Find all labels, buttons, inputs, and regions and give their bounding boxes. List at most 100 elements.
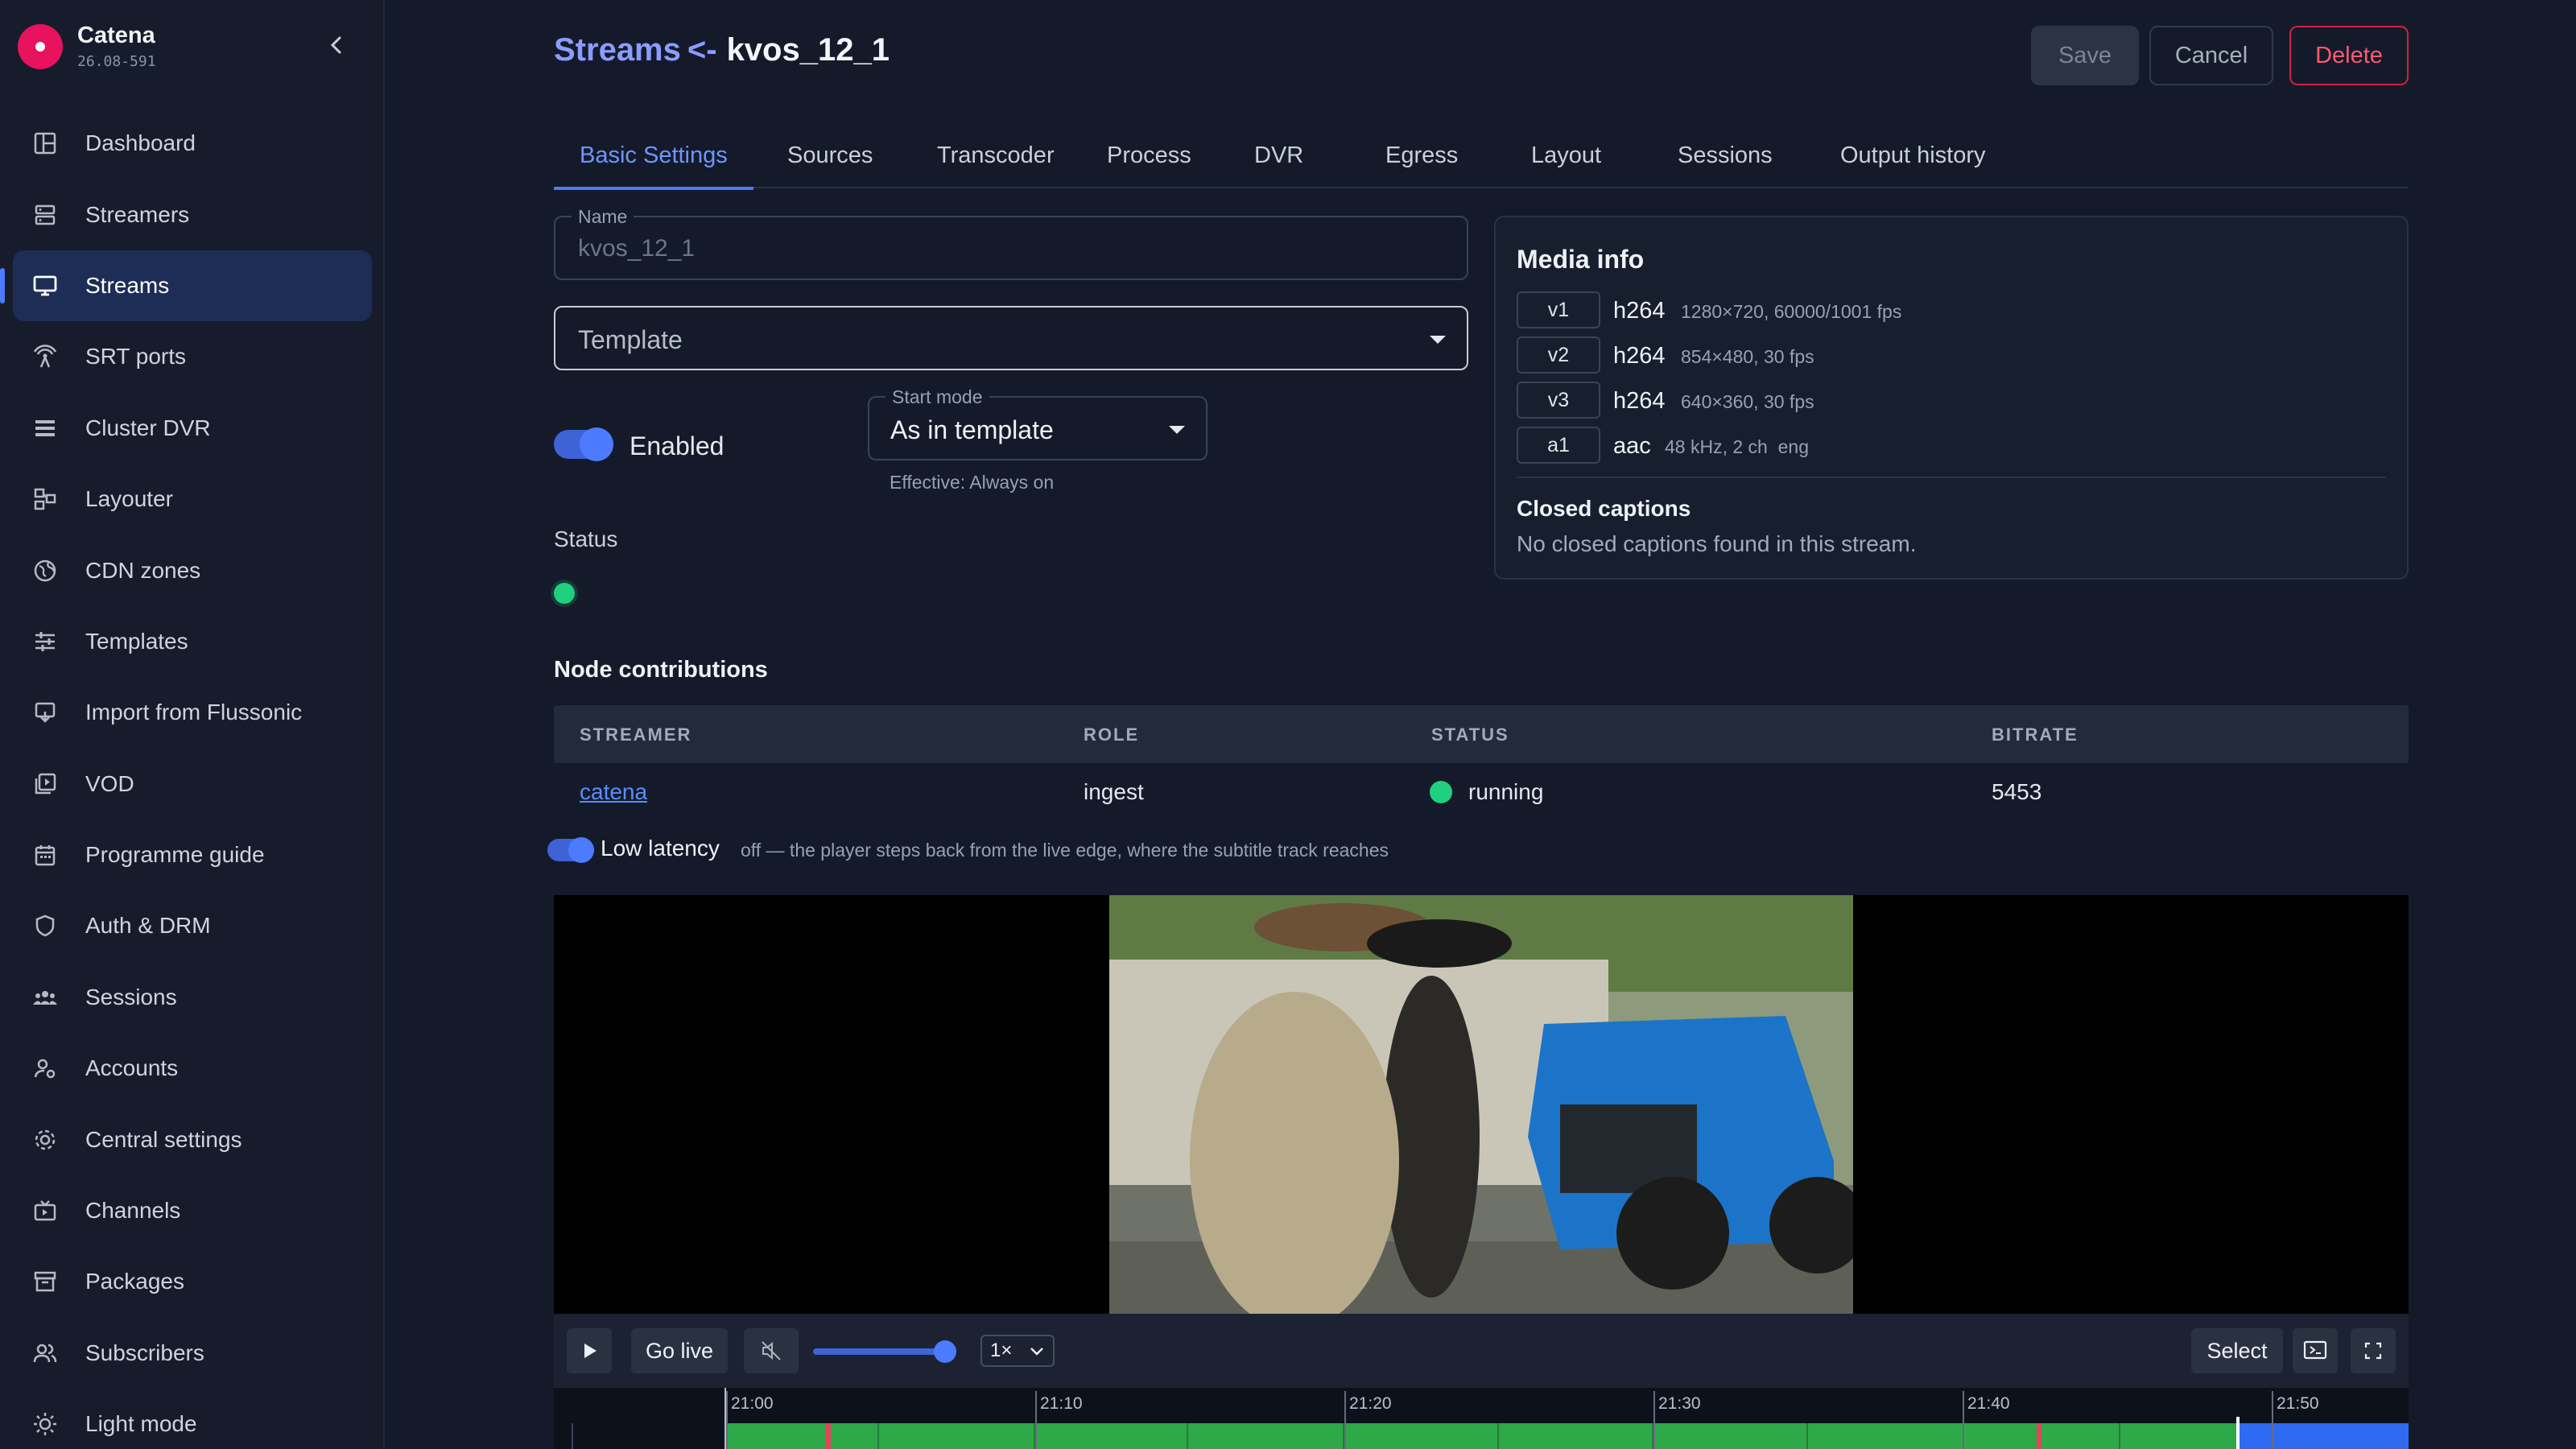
captions-icon <box>2303 1340 2327 1360</box>
enabled-toggle[interactable] <box>554 427 613 461</box>
select-button[interactable]: Select <box>2191 1328 2283 1373</box>
sidebar-item-streams[interactable]: Streams <box>0 250 372 322</box>
track-info: 48 kHz, 2 ch eng <box>1665 436 1809 457</box>
sidebar-item-label: Subscribers <box>85 1340 204 1365</box>
sidebar-item-cdn-zones[interactable]: CDN zones <box>13 535 372 605</box>
name-field[interactable]: Name kvos_12_1 <box>554 206 1468 280</box>
media-track-row: v2 h264 854×480, 30 fps <box>1517 336 2386 375</box>
brand-version: 26.08-591 <box>77 53 156 70</box>
tab-transcoder[interactable]: Transcoder <box>937 122 1055 188</box>
sidebar-item-sessions[interactable]: Sessions <box>13 962 372 1033</box>
media-info-card: Media info v1 h264 1280×720, 60000/1001 … <box>1494 216 2409 580</box>
delete-button[interactable]: Delete <box>2289 26 2409 85</box>
tab-sources[interactable]: Sources <box>787 122 873 188</box>
cancel-button[interactable]: Cancel <box>2149 26 2273 85</box>
playback-speed-select[interactable]: 1× <box>980 1335 1055 1367</box>
volume-slider[interactable] <box>813 1348 943 1355</box>
chevron-down-icon <box>1030 1348 1043 1356</box>
page-title: Streams <- kvos_12_1 <box>554 32 890 68</box>
column-header-role: ROLE <box>1084 724 1140 745</box>
volume-slider-thumb[interactable] <box>934 1340 956 1363</box>
table-header: STREAMER ROLE STATUS BITRATE <box>554 705 2409 763</box>
tab-output-history[interactable]: Output history <box>1840 122 1986 188</box>
sidebar-item-dashboard[interactable]: Dashboard <box>13 108 372 179</box>
timeline-tick <box>2272 1391 2273 1449</box>
timeline-minor-tick <box>1806 1423 1808 1449</box>
start-mode-select[interactable]: Start mode As in template <box>868 386 1208 460</box>
timeline-tick-label: 21:00 <box>731 1394 774 1413</box>
sidebar-item-programme-guide[interactable]: Programme guide <box>13 819 372 890</box>
sidebar-item-channels[interactable]: Channels <box>13 1175 372 1246</box>
track-id-badge: a1 <box>1517 427 1600 464</box>
video-library-icon <box>31 770 60 799</box>
sidebar-item-import-from-flussonic[interactable]: Import from Flussonic <box>13 677 372 748</box>
start-mode-value: As in template <box>890 415 1054 444</box>
sidebar-item-central-settings[interactable]: Central settings <box>13 1104 372 1174</box>
timeline-tick-label: 21:50 <box>2277 1394 2319 1413</box>
track-codec: aac <box>1613 433 1651 459</box>
closed-captions-title: Closed captions <box>1517 496 1691 521</box>
breadcrumb-streams[interactable]: Streams <box>554 32 681 68</box>
mute-button[interactable] <box>744 1328 799 1373</box>
sidebar-item-srt-ports[interactable]: SRT ports <box>13 321 372 392</box>
subtitles-button[interactable] <box>2293 1328 2338 1373</box>
tab-layout[interactable]: Layout <box>1531 122 1601 188</box>
low-latency-label: Low latency <box>601 836 720 861</box>
volume-icon <box>762 1341 781 1360</box>
sidebar-item-packages[interactable]: Packages <box>13 1246 372 1317</box>
tab-basic-settings[interactable]: Basic Settings <box>554 122 753 190</box>
low-latency-note: off — the player steps back from the liv… <box>741 840 1389 861</box>
sidebar-item-label: Central settings <box>85 1126 242 1152</box>
name-label: Name <box>572 206 634 228</box>
sidebar-item-templates[interactable]: Templates <box>13 606 372 677</box>
sidebar-item-accounts[interactable]: Accounts <box>13 1033 372 1104</box>
template-select[interactable]: Template <box>554 306 1468 370</box>
effective-start-mode: Effective: Always on <box>890 472 1055 493</box>
go-live-button[interactable]: Go live <box>631 1328 728 1373</box>
collapse-sidebar-button[interactable] <box>322 31 351 60</box>
sidebar-item-light-mode[interactable]: Light mode <box>13 1389 372 1449</box>
sidebar-item-subscribers[interactable]: Subscribers <box>13 1318 372 1389</box>
sidebar-item-label: Programme guide <box>85 842 265 868</box>
dropdown-arrow-icon <box>1430 336 1446 344</box>
timeline-recorded-range[interactable] <box>726 1423 2409 1449</box>
low-latency-toggle[interactable] <box>547 837 594 863</box>
sliders-icon <box>31 627 60 656</box>
sidebar-item-vod[interactable]: VOD <box>13 749 372 819</box>
import-icon <box>31 698 60 727</box>
streamer-link[interactable]: catena <box>580 779 647 805</box>
track-codec: h264 <box>1613 343 1666 369</box>
timeline-minor-tick <box>1497 1423 1499 1449</box>
tab-dvr[interactable]: DVR <box>1254 122 1303 188</box>
bitrate-cell: 5453 <box>1992 779 2042 804</box>
save-button[interactable]: Save <box>2031 26 2139 85</box>
play-button[interactable] <box>567 1328 612 1373</box>
tab-sessions[interactable]: Sessions <box>1678 122 1773 188</box>
tab-process[interactable]: Process <box>1107 122 1191 188</box>
video-thumbnail-image <box>1109 895 1853 1314</box>
media-track-row: v1 h264 1280×720, 60000/1001 fps <box>1517 291 2386 330</box>
dvr-timeline[interactable]: 21:00 21:10 21:20 21:30 21:40 21:50 <box>554 1388 2409 1449</box>
playback-speed-value: 1× <box>990 1340 1013 1361</box>
sidebar-item-streamers[interactable]: Streamers <box>13 179 372 250</box>
antenna-icon <box>31 342 60 371</box>
role-cell: ingest <box>1084 779 1144 804</box>
sidebar-item-cluster-dvr[interactable]: Cluster DVR <box>13 393 372 464</box>
tab-egress[interactable]: Egress <box>1385 122 1458 188</box>
timeline-playhead[interactable] <box>2236 1417 2240 1449</box>
sidebar-item-layouter[interactable]: Layouter <box>13 464 372 535</box>
track-codec: h264 <box>1613 298 1666 324</box>
fullscreen-button[interactable] <box>2351 1328 2396 1373</box>
timeline-tick <box>1963 1391 1964 1449</box>
brand-name: Catena <box>77 23 155 48</box>
sidebar-item-auth-drm[interactable]: Auth & DRM <box>13 890 372 961</box>
sidebar-item-label: Accounts <box>85 1055 179 1081</box>
node-contributions-table: STREAMER ROLE STATUS BITRATE catena inge… <box>554 705 2409 819</box>
stream-name-title: kvos_12_1 <box>726 32 890 68</box>
sun-icon <box>31 1410 60 1439</box>
track-info: 640×360, 30 fps <box>1681 391 1814 412</box>
sidebar-item-label: Auth & DRM <box>85 913 211 939</box>
timeline-tick-label: 21:20 <box>1349 1394 1392 1413</box>
name-value: kvos_12_1 <box>578 235 696 262</box>
video-frame[interactable] <box>1109 895 1853 1314</box>
